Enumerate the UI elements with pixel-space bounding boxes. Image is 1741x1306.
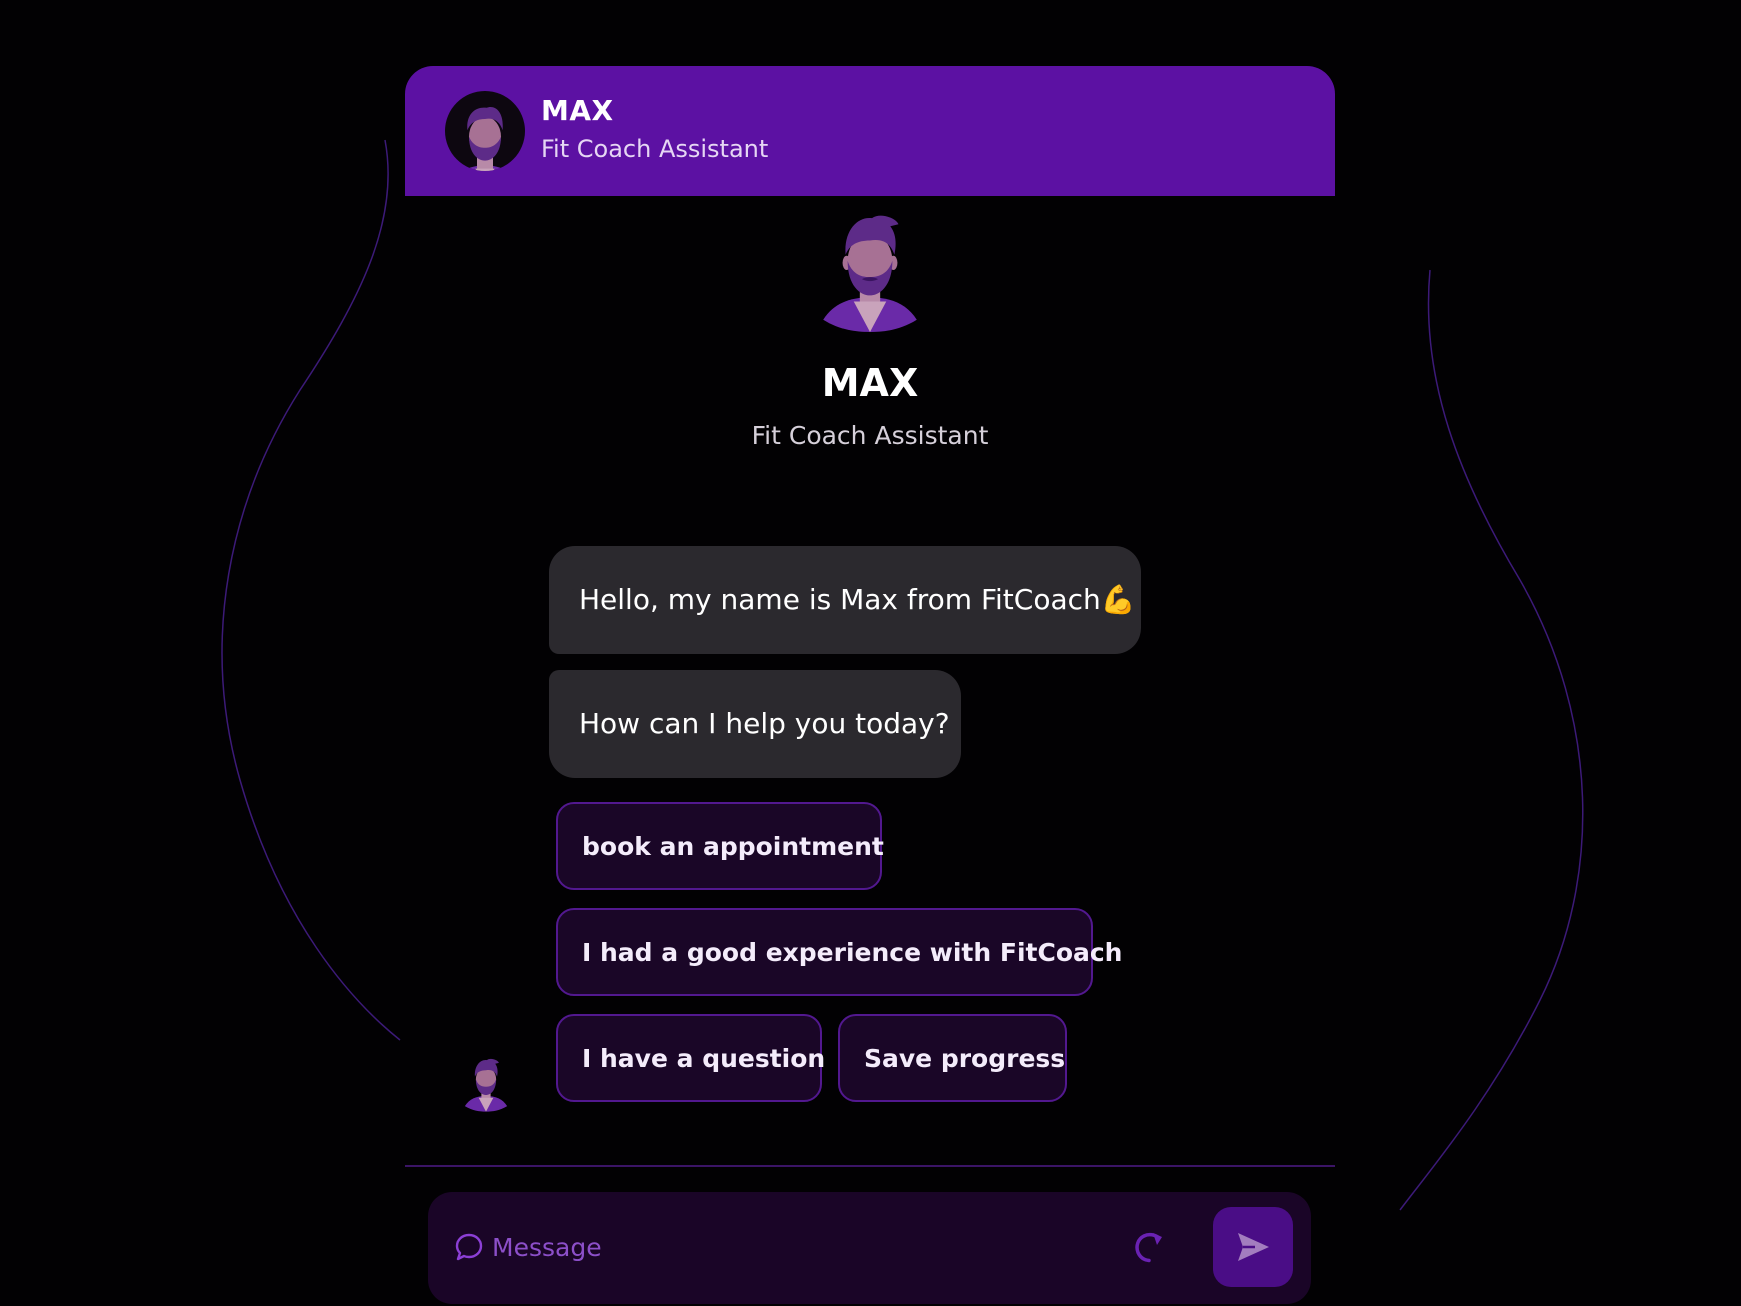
bot-message: How can I help you today? — [549, 670, 961, 778]
header-title: MAX — [541, 94, 614, 127]
chat-header: MAX Fit Coach Assistant — [405, 66, 1335, 196]
message-composer — [428, 1192, 1311, 1304]
header-subtitle: Fit Coach Assistant — [541, 135, 769, 163]
quick-reply-good-experience[interactable]: I had a good experience with FitCoach — [556, 908, 1122, 996]
chat-bubble-icon — [455, 1233, 483, 1261]
bot-avatar-icon — [464, 1058, 508, 1112]
quick-reply-save-progress[interactable]: Save progress — [838, 1014, 1067, 1102]
header-avatar — [445, 91, 525, 171]
refresh-icon[interactable] — [1128, 1226, 1172, 1270]
app-stage: MAX Fit Coach Assistant MAX Fit Coach As… — [0, 0, 1741, 1306]
coach-avatar-icon — [463, 107, 507, 171]
composer-divider — [405, 1165, 1335, 1167]
intro-title: MAX — [821, 361, 919, 405]
chat-window: MAX Fit Coach Assistant MAX Fit Coach As… — [405, 66, 1335, 1306]
intro-avatar-icon — [823, 215, 917, 332]
send-icon — [1238, 1233, 1269, 1261]
send-button[interactable] — [1213, 1207, 1293, 1287]
intro-subtitle: Fit Coach Assistant — [751, 421, 989, 450]
quick-reply-book-appointment[interactable]: book an appointment — [556, 802, 884, 890]
message-input[interactable] — [492, 1222, 1112, 1272]
quick-reply-question[interactable]: I have a question — [556, 1014, 825, 1102]
bot-message: Hello, my name is Max from FitCoach💪 — [549, 546, 1141, 654]
